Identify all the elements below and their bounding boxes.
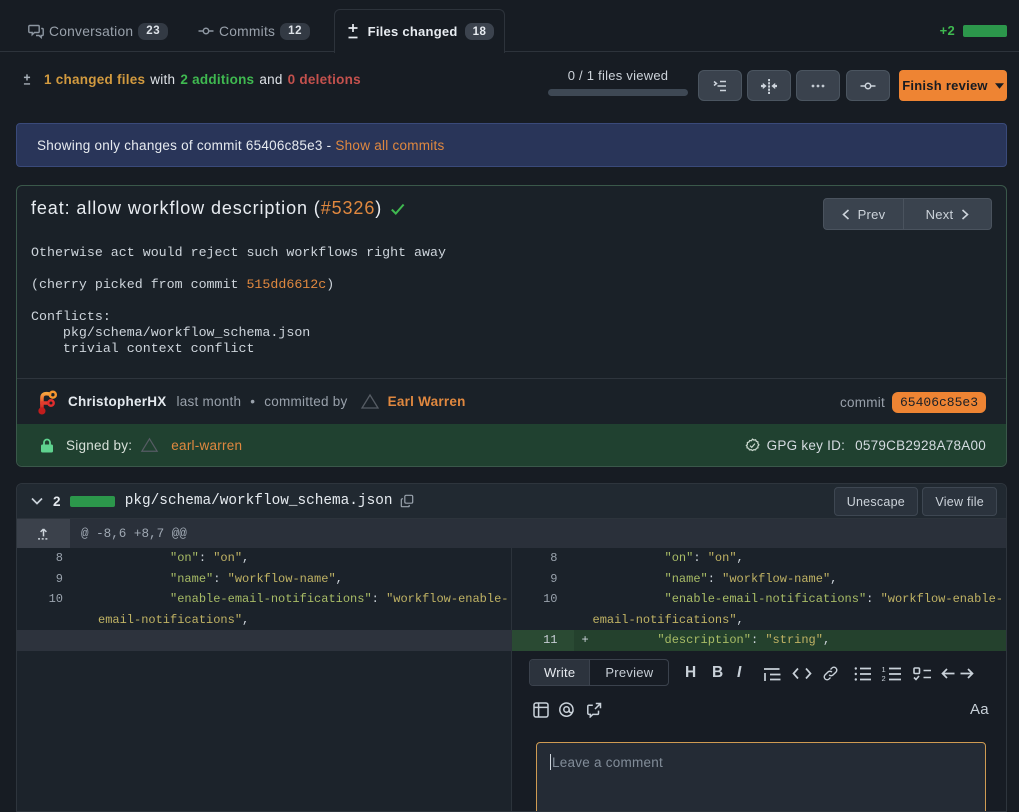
svg-text:1: 1 <box>882 667 886 674</box>
svg-text:2: 2 <box>882 674 886 681</box>
